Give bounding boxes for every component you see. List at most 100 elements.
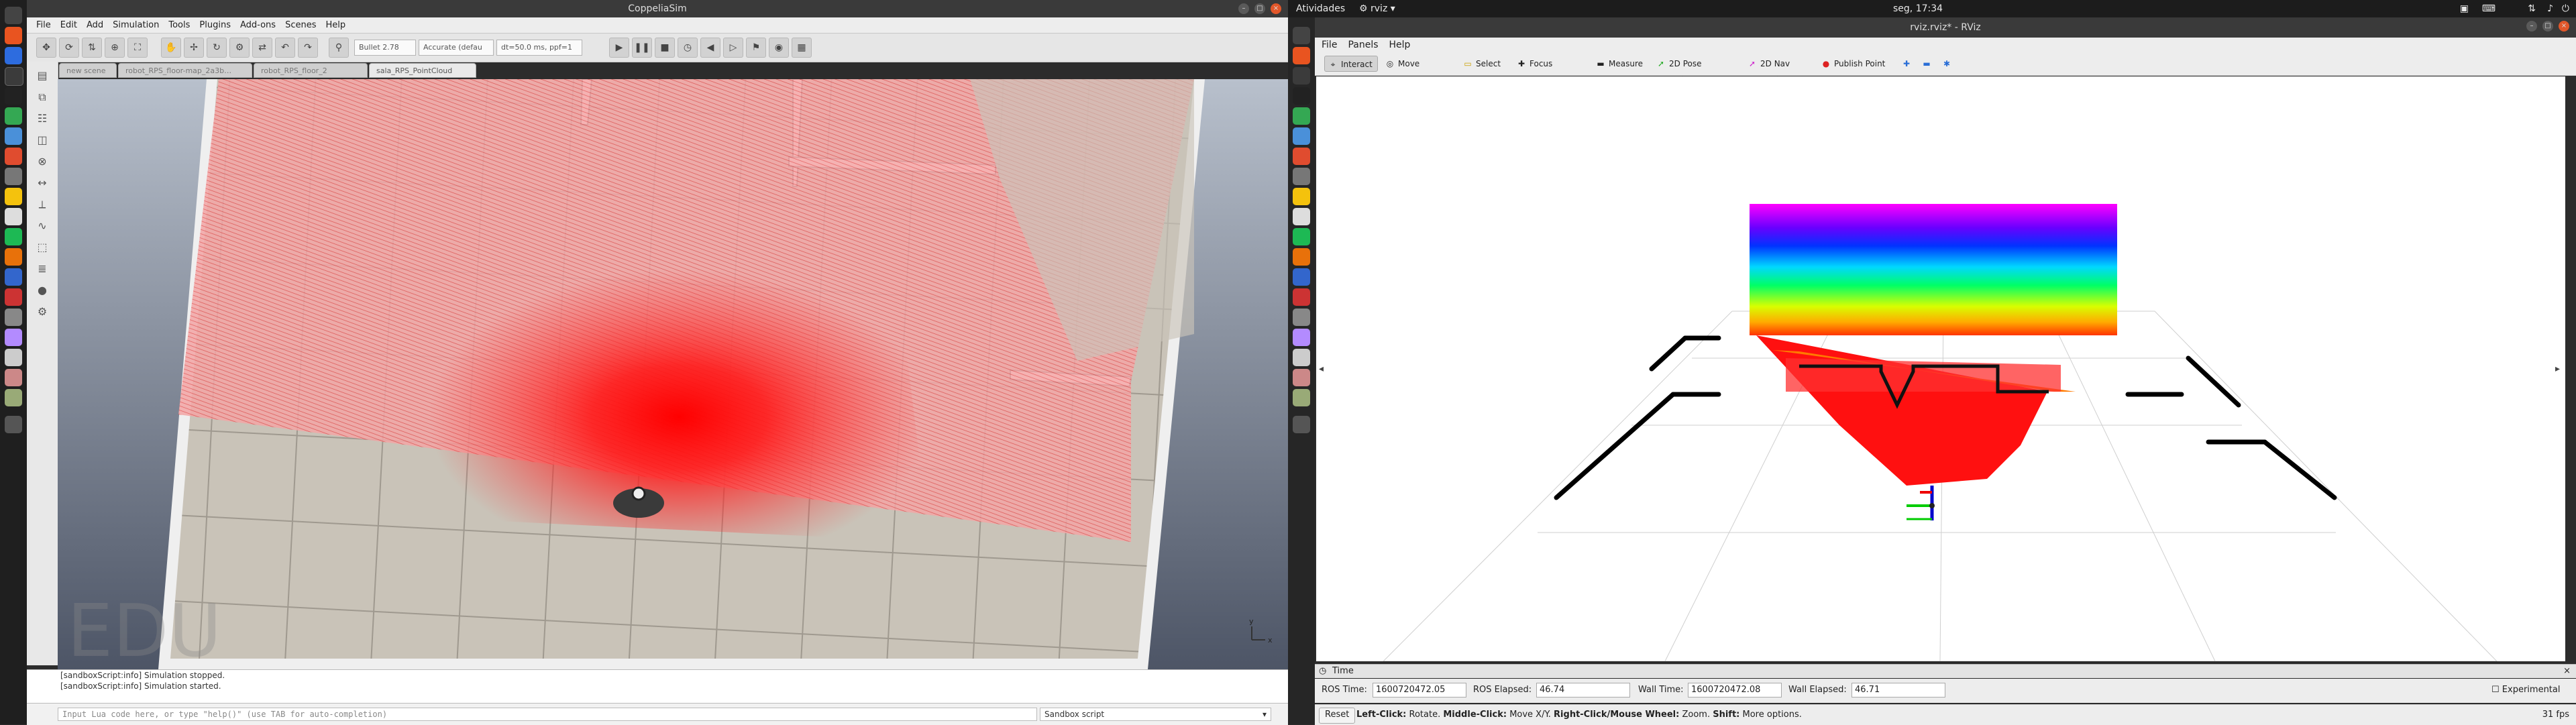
app-icon[interactable] [5, 47, 22, 64]
tool-2d-nav-goal[interactable]: ➚2D Nav Goal [1744, 56, 1814, 85]
app-icon[interactable] [5, 248, 22, 266]
network-icon[interactable]: ⇅ [2528, 0, 2536, 17]
ros-elapsed-field[interactable]: 46.74 [1536, 683, 1630, 698]
object-shift-icon[interactable]: ✢ [184, 38, 204, 58]
tab-scene-active[interactable]: sala_RPS_PointCloud [369, 63, 476, 78]
maximize-icon[interactable]: □ [2542, 21, 2553, 32]
scene-icon[interactable]: ▦ [792, 38, 812, 58]
app-icon[interactable] [1293, 107, 1310, 125]
tool-interact[interactable]: ⌖ Interact [1324, 56, 1378, 72]
object-rotate-icon[interactable]: ↻ [207, 38, 227, 58]
menu-scenes[interactable]: Scenes [285, 20, 316, 30]
threaded-render-icon[interactable]: ⚑ [746, 38, 766, 58]
scene-hierarchy-icon[interactable]: ⧉ [34, 89, 51, 106]
menu-plugins[interactable]: Plugins [199, 20, 231, 30]
video-recorder-icon[interactable]: ● [34, 282, 51, 299]
path-icon[interactable]: ∿ [34, 217, 51, 235]
app-icon[interactable] [1293, 329, 1310, 346]
app-icon[interactable] [1293, 127, 1310, 145]
app-icon[interactable] [5, 329, 22, 346]
realtime-icon[interactable]: ◷ [678, 38, 698, 58]
app-menu[interactable]: ⚙ rviz ▾ [1359, 0, 1395, 17]
app-icon[interactable] [5, 127, 22, 145]
app-icon[interactable] [1293, 288, 1310, 306]
browser-icon[interactable] [1293, 148, 1310, 165]
clock[interactable]: seg, 17:34 [1893, 0, 1943, 17]
properties-icon[interactable]: ☷ [34, 110, 51, 127]
tray-icon[interactable]: ▣ [2460, 0, 2469, 17]
visualization-icon[interactable]: ◉ [769, 38, 789, 58]
selection-icon[interactable]: ⬚ [34, 239, 51, 256]
tool-publish-point[interactable]: ● Publish Point [1818, 56, 1892, 72]
collision-icon[interactable]: ⊗ [34, 153, 51, 170]
app-icon[interactable] [5, 349, 22, 366]
remove-tool-button[interactable]: ▬ [1919, 56, 1935, 72]
menu-simulation[interactable]: Simulation [113, 20, 159, 30]
browser-icon[interactable] [5, 148, 22, 165]
tool-2d-pose-estimate[interactable]: ➚2D Pose Estimate [1653, 56, 1740, 85]
minimize-icon[interactable]: – [1238, 3, 1249, 14]
accuracy-select[interactable]: Accurate (defau [419, 40, 494, 56]
transfer-icon[interactable]: ⇄ [252, 38, 272, 58]
camera-rotate-icon[interactable]: ⟳ [59, 38, 79, 58]
app-icon[interactable] [5, 208, 22, 225]
maximize-icon[interactable]: □ [1254, 3, 1265, 14]
app-icon[interactable] [1293, 369, 1310, 386]
add-tool-button[interactable]: ✚ [1898, 56, 1915, 72]
app-icon[interactable] [1293, 268, 1310, 286]
menu-file[interactable]: File [1322, 40, 1337, 50]
ubuntu-app-icon[interactable] [1293, 47, 1310, 64]
terminal-icon[interactable] [1293, 87, 1310, 105]
app-icon[interactable] [5, 369, 22, 386]
camera-pan-icon[interactable]: ✥ [36, 38, 56, 58]
faster-icon[interactable]: ▷ [723, 38, 743, 58]
app-icon[interactable] [1293, 27, 1310, 44]
ros-time-field[interactable]: 1600720472.05 [1373, 683, 1466, 698]
files-icon[interactable] [5, 168, 22, 185]
show-apps-icon[interactable] [5, 416, 22, 433]
power-icon[interactable]: ⏻ [2562, 0, 2569, 17]
close-icon[interactable]: × [2559, 21, 2569, 32]
close-icon[interactable]: × [1271, 3, 1281, 14]
app-icon[interactable] [1293, 208, 1310, 225]
minimize-icon[interactable]: – [2526, 21, 2537, 32]
app-icon[interactable] [5, 107, 22, 125]
app-icon[interactable] [1293, 248, 1310, 266]
tool-select[interactable]: ▭ Select [1460, 56, 1509, 72]
menu-help[interactable]: Help [1389, 40, 1411, 50]
app-icon[interactable] [5, 268, 22, 286]
camera-zoom-icon[interactable]: ⊕ [105, 38, 125, 58]
layers-icon[interactable]: ≣ [34, 260, 51, 278]
app-icon[interactable] [1293, 349, 1310, 366]
engine-select[interactable]: Bullet 2.78 [354, 40, 416, 56]
undo-icon[interactable]: ↶ [275, 38, 295, 58]
app-icon[interactable] [5, 228, 22, 245]
wall-elapsed-field[interactable]: 46.71 [1851, 683, 1945, 698]
files-icon[interactable] [1293, 168, 1310, 185]
app-icon[interactable] [1293, 309, 1310, 326]
experimental-checkbox[interactable]: ☐ Experimental [2491, 683, 2561, 698]
rviz-3d-view[interactable]: ▸ ◂ [1316, 76, 2565, 661]
scene-viewport[interactable]: EDU x y [58, 79, 1288, 669]
activities-button[interactable]: Atividades [1296, 0, 1345, 17]
tab-scene[interactable]: robot_RPS_floor-map_2a3b… [118, 63, 252, 78]
lua-command-input[interactable]: Input Lua code here, or type "help()" (u… [58, 708, 1037, 721]
distance-icon[interactable]: ↔ [34, 174, 51, 192]
ubuntu-app-icon[interactable] [5, 27, 22, 44]
terminal-icon[interactable] [5, 7, 22, 24]
collapse-arrow-icon[interactable]: ◂ [1319, 364, 1324, 374]
terminal-icon[interactable] [5, 87, 22, 105]
tab-scene[interactable]: robot_RPS_floor_2 [254, 63, 368, 78]
pause-icon[interactable]: ❚❚ [632, 38, 652, 58]
app-icon[interactable] [5, 309, 22, 326]
menu-panels[interactable]: Panels [1348, 40, 1378, 50]
camera-shift-icon[interactable]: ⇅ [82, 38, 102, 58]
object-select-icon[interactable]: ✋ [161, 38, 181, 58]
reset-button[interactable]: Reset [1319, 708, 1356, 724]
menu-tools[interactable]: Tools [168, 20, 190, 30]
tool-properties-button[interactable]: ✱ [1939, 56, 1955, 72]
menu-addons[interactable]: Add-ons [240, 20, 276, 30]
show-apps-icon[interactable] [1293, 416, 1310, 433]
menu-file[interactable]: File [36, 20, 51, 30]
slower-icon[interactable]: ◀ [700, 38, 720, 58]
